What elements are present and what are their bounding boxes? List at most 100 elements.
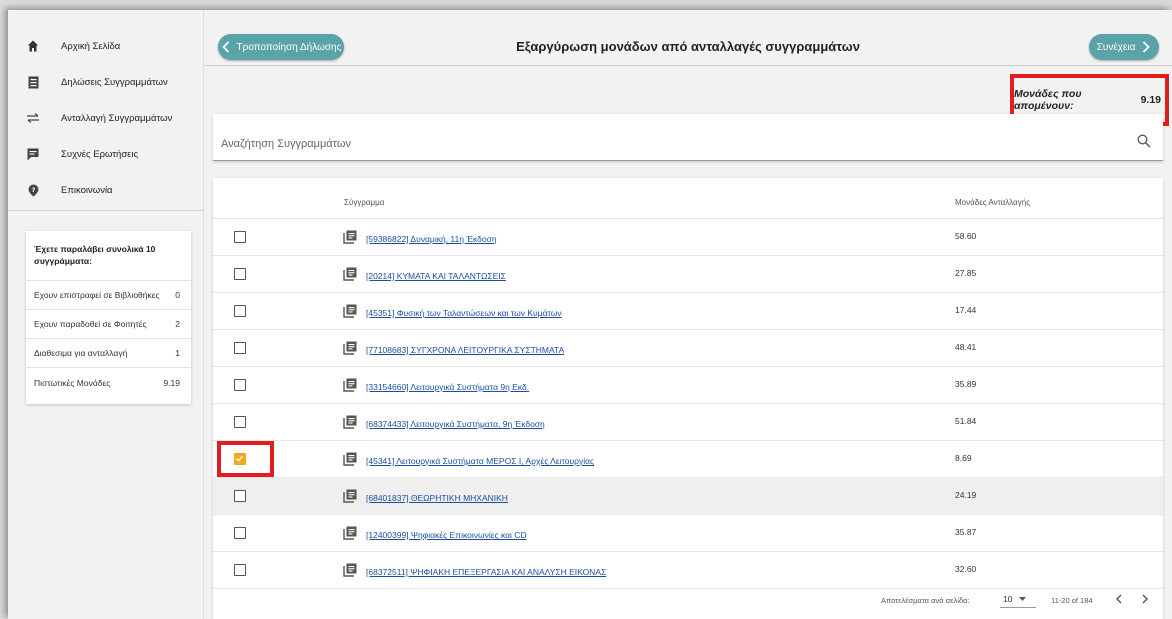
column-header-book: Σύγγραμμα — [344, 198, 385, 207]
search-input[interactable] — [221, 134, 1121, 154]
exchange-units-value: 8.69 — [955, 453, 972, 463]
page-title: Εξαργύρωση μονάδων από ανταλλαγές συγγρα… — [516, 39, 860, 54]
book-copies-icon — [343, 267, 357, 281]
row-checkbox[interactable] — [234, 416, 246, 428]
book-copies-icon — [343, 452, 357, 466]
table-row[interactable]: [77108683] ΣΥΓΧΡΟΝΑ ΛΕΙΤΟΥΡΓΙΚΑ ΣΥΣΤΗΜΑΤ… — [213, 330, 1163, 367]
exchange-units-value: 17.44 — [955, 305, 977, 315]
book-title-link[interactable]: [77108683] ΣΥΓΧΡΟΝΑ ΛΕΙΤΟΥΡΓΙΚΑ ΣΥΣΤΗΜΑΤ… — [366, 345, 564, 355]
sidebar-item-home[interactable]: Αρχική Σελίδα — [8, 28, 204, 64]
exchange-units-value: 32.60 — [955, 564, 977, 574]
exchange-arrows-icon — [25, 110, 41, 126]
summary-label: Εχουν επιστραφεί σε Βιβλιοθήκες — [34, 290, 160, 300]
summary-value: 2 — [175, 319, 180, 329]
book-copies-icon — [343, 526, 357, 540]
summary-row-returned: Εχουν επιστραφεί σε Βιβλιοθήκες 0 — [26, 281, 191, 310]
book-title-link[interactable]: [68401837] ΘΕΩΡΗΤΙΚΗ ΜΗΧΑΝΙΚΗ — [366, 493, 508, 503]
sidebar-divider — [8, 210, 204, 211]
sidebar-item-label: Ανταλλαγή Συγγραμμάτων — [61, 112, 173, 124]
table-row[interactable]: [68401837] ΘΕΩΡΗΤΙΚΗ ΜΗΧΑΝΙΚΗ 24.19 — [213, 478, 1163, 515]
exchange-units-value: 24.19 — [955, 490, 977, 500]
row-checkbox[interactable] — [234, 527, 246, 539]
sidebar: Αρχική Σελίδα Δηλώσεις Συγγραμμάτων Αντα… — [8, 10, 204, 619]
book-copies-icon — [343, 563, 357, 577]
exchange-units-value: 48.41 — [955, 342, 977, 352]
summary-label: Διαθεσιμα για ανταλλαγή — [34, 348, 128, 358]
exchange-units-value: 58.60 — [955, 231, 977, 241]
table-row[interactable]: [20214] ΚΥΜΑΤΑ ΚΑΙ ΤΑΛΑΝΤΩΣΕΙΣ 27.85 — [213, 256, 1163, 293]
book-title-link[interactable]: [45341] Λειτουργικά Συστήματα ΜΕΡΟΣ Ι, Α… — [366, 456, 594, 466]
book-copies-icon — [343, 378, 357, 392]
rows-per-page-value: 10 — [1003, 593, 1013, 604]
summary-row-delivered: Εχουν παραδοθεί σε Φοιτητές 2 — [26, 310, 191, 339]
table-pagination: Αποτελέσματα ανά σελίδα: 10 11-20 of 184 — [213, 582, 1163, 619]
sidebar-item-contact[interactable]: ? Επικοινωνία — [8, 172, 204, 208]
summary-value: 0 — [175, 290, 180, 300]
row-checkbox[interactable] — [234, 305, 246, 317]
summary-title: Έχετε παραλάβει συνολικά 10 συγγράμματα: — [26, 231, 191, 281]
remaining-units-value: 9.19 — [1140, 94, 1161, 106]
row-checkbox[interactable] — [234, 231, 246, 243]
svg-text:?: ? — [31, 185, 35, 193]
sidebar-item-exchange[interactable]: Ανταλλαγή Συγγραμμάτων — [8, 100, 204, 136]
exchange-units-value: 35.87 — [955, 527, 977, 537]
book-title-link[interactable]: [12400399] Ψηφιακές Επικοινωνίες και CD — [366, 530, 527, 540]
chat-icon — [25, 146, 41, 162]
table-row[interactable]: [45351] Φυσική των Ταλαντώσεων και των Κ… — [213, 293, 1163, 330]
sidebar-item-faq[interactable]: Συχνές Ερωτήσεις — [8, 136, 204, 172]
chevron-right-icon[interactable] — [1139, 592, 1151, 606]
table-row[interactable]: [45341] Λειτουργικά Συστήματα ΜΕΡΟΣ Ι, Α… — [213, 441, 1163, 478]
book-title-link[interactable]: [59386822] Δυναμική, 11η Έκδοση — [366, 234, 497, 244]
book-copies-icon — [343, 341, 357, 355]
book-title-link[interactable]: [33154660] Λειτουργικά Συστήματα 9η Εκδ. — [366, 382, 529, 392]
summary-card: Έχετε παραλάβει συνολικά 10 συγγράμματα:… — [26, 231, 191, 404]
continue-button-label: Συνέχεια — [1096, 41, 1136, 53]
search-underline — [213, 160, 1163, 161]
table-row[interactable]: [59386822] Δυναμική, 11η Έκδοση 58.60 — [213, 219, 1163, 256]
table-row[interactable]: [68374433] Λειτουργικά Συστήματα, 9η Έκδ… — [213, 404, 1163, 441]
summary-value: 1 — [175, 348, 180, 358]
summary-label: Εχουν παραδοθεί σε Φοιτητές — [34, 319, 147, 329]
page-range: 11-20 of 184 — [1051, 596, 1093, 605]
row-checkbox[interactable] — [234, 490, 246, 502]
app-frame: Αρχική Σελίδα Δηλώσεις Συγγραμμάτων Αντα… — [8, 10, 1172, 619]
summary-row-credits: Πιστωτικές Μονάδες 9.19 — [26, 368, 191, 397]
remaining-units-label: Μονάδες που απομένουν: — [1014, 88, 1082, 112]
rows-per-page-select[interactable]: 10 — [1000, 590, 1036, 608]
help-pin-icon: ? — [25, 182, 41, 198]
sidebar-item-label: Αρχική Σελίδα — [61, 40, 121, 52]
book-copies-icon — [343, 489, 357, 503]
search-icon[interactable] — [1137, 134, 1151, 148]
chevron-left-icon[interactable] — [1113, 592, 1125, 606]
summary-label: Πιστωτικές Μονάδες — [34, 377, 111, 388]
search-box — [213, 114, 1163, 161]
chevron-right-icon — [1143, 41, 1151, 53]
sidebar-item-label: Επικοινωνία — [61, 184, 113, 196]
book-title-link[interactable]: [68372511] ΨΗΦΙΑΚΗ ΕΠΕΞΕΡΓΑΣΙΑ ΚΑΙ ΑΝΑΛΥ… — [366, 567, 606, 577]
book-copies-icon — [343, 304, 357, 318]
book-title-link[interactable]: [20214] ΚΥΜΑΤΑ ΚΑΙ ΤΑΛΑΝΤΩΣΕΙΣ — [366, 271, 506, 281]
continue-button[interactable]: Συνέχεια — [1089, 34, 1159, 60]
exchange-units-value: 35.89 — [955, 379, 977, 389]
home-icon — [25, 38, 41, 54]
checkbox-highlight-box — [217, 441, 274, 477]
book-title-link[interactable]: [45351] Φυσική των Ταλαντώσεων και των Κ… — [366, 308, 562, 318]
table-row[interactable]: [33154660] Λειτουργικά Συστήματα 9η Εκδ.… — [213, 367, 1163, 404]
rows-per-page-label: Αποτελέσματα ανά σελίδα: — [881, 596, 970, 605]
summary-row-available: Διαθεσιμα για ανταλλαγή 1 — [26, 339, 191, 368]
page-header: Τροποποίηση Δήλωσης Εξαργύρωση μονάδων α… — [204, 10, 1172, 66]
exchange-units-value: 27.85 — [955, 268, 977, 278]
row-checkbox[interactable] — [234, 379, 246, 391]
row-checkbox[interactable] — [234, 564, 246, 576]
row-checkbox[interactable] — [234, 268, 246, 280]
table-row[interactable]: [12400399] Ψηφιακές Επικοινωνίες και CD 3… — [213, 515, 1163, 552]
summary-value: 9.19 — [163, 377, 180, 388]
book-title-link[interactable]: [68374433] Λειτουργικά Συστήματα, 9η Έκδ… — [366, 419, 545, 429]
column-header-units: Μονάδες Ανταλλαγής — [955, 198, 1031, 207]
sidebar-item-declarations[interactable]: Δηλώσεις Συγγραμμάτων — [8, 64, 204, 100]
sidebar-item-label: Δηλώσεις Συγγραμμάτων — [61, 76, 168, 88]
row-checkbox[interactable] — [234, 342, 246, 354]
exchange-units-value: 51.84 — [955, 416, 977, 426]
sidebar-item-label: Συχνές Ερωτήσεις — [61, 148, 139, 160]
book-copies-icon — [343, 230, 357, 244]
